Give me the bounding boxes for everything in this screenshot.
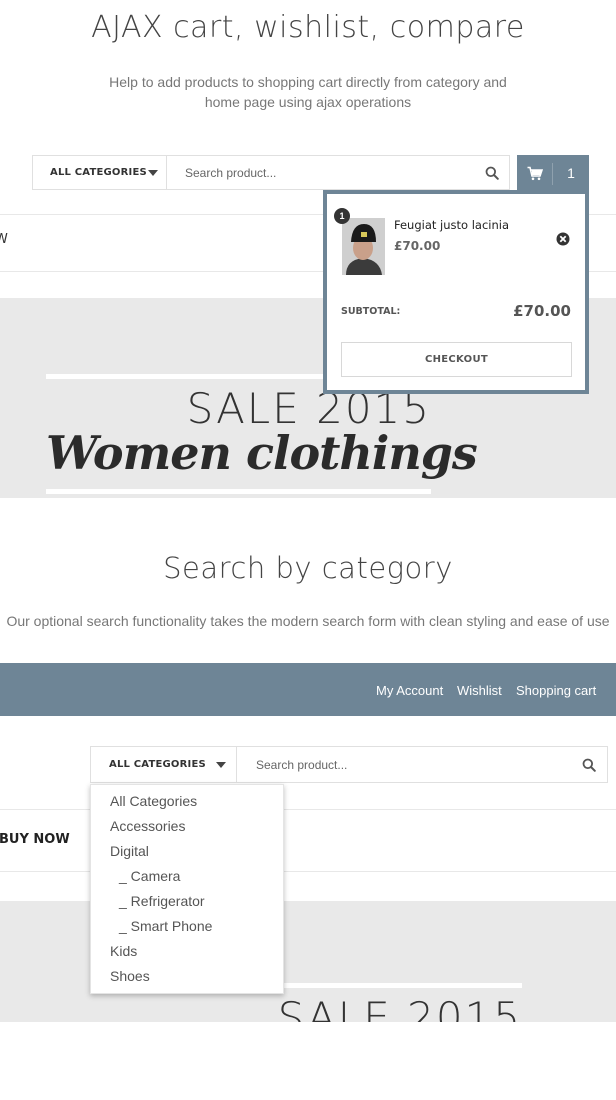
category-option-kids[interactable]: Kids <box>110 939 137 964</box>
category-option-accessories[interactable]: Accessories <box>110 814 185 839</box>
banner-top-bar <box>276 983 522 988</box>
category-dropdown: All Categories Accessories Digital _ Cam… <box>90 784 284 994</box>
buy-now-link[interactable]: BUY NOW <box>0 832 70 847</box>
category-select[interactable]: ALL CATEGORIES <box>33 156 167 189</box>
nav-link-shopping-cart[interactable]: Shopping cart <box>516 683 596 698</box>
banner-subheadline: Women clothings <box>46 426 478 480</box>
category-option-smart-phone[interactable]: _ Smart Phone <box>119 914 212 939</box>
cart-item-name[interactable]: Feugiat justo lacinia <box>394 218 509 232</box>
top-navbar: My Account Wishlist Shopping cart <box>0 663 616 716</box>
caret-down-icon <box>216 762 226 768</box>
quantity-badge: 1 <box>334 208 350 224</box>
search-input[interactable] <box>237 747 607 782</box>
category-select[interactable]: ALL CATEGORIES <box>91 747 237 782</box>
section-subtitle-line1: Help to add products to shopping cart di… <box>109 74 507 90</box>
remove-item-icon[interactable] <box>556 232 570 251</box>
caret-down-icon <box>148 170 158 176</box>
category-option-refrigerator[interactable]: _ Refrigerator <box>119 889 205 914</box>
search-icon[interactable] <box>582 758 596 777</box>
cart-dropdown: 1 Feugiat justo lacinia £70.00 SUBTOTAL:… <box>323 190 589 394</box>
checkout-button[interactable]: CHECKOUT <box>341 342 572 377</box>
category-select-label: ALL CATEGORIES <box>50 167 147 178</box>
category-option-digital[interactable]: Digital <box>110 839 149 864</box>
category-option-camera[interactable]: _ Camera <box>119 864 180 889</box>
section-title: AJAX cart, wishlist, compare <box>91 10 525 45</box>
category-option-all-categories[interactable]: All Categories <box>110 789 197 814</box>
cart-button[interactable]: 1 <box>517 155 589 192</box>
section-subtitle: Our optional search functionality takes … <box>6 613 610 629</box>
row-link[interactable]: W <box>0 232 8 247</box>
search-bar: ALL CATEGORIES <box>90 746 608 783</box>
banner-bottom-bar <box>46 489 431 494</box>
section-subtitle-line2: home page using ajax operations <box>204 94 412 110</box>
subtotal-value: £70.00 <box>513 302 571 320</box>
cart-count: 1 <box>567 165 575 181</box>
cart-item-price: £70.00 <box>394 239 441 253</box>
cart-icon <box>527 166 544 186</box>
search-icon[interactable] <box>485 166 499 185</box>
category-option-shoes[interactable]: Shoes <box>110 964 150 989</box>
nav-link-wishlist[interactable]: Wishlist <box>457 683 502 698</box>
banner-headline: SALE 2015 <box>277 993 522 1023</box>
subtotal-label: SUBTOTAL: <box>341 306 401 317</box>
product-thumbnail[interactable] <box>342 218 385 275</box>
search-bar: ALL CATEGORIES <box>32 155 510 190</box>
nav-link-my-account[interactable]: My Account <box>376 683 443 698</box>
search-input[interactable] <box>167 156 509 189</box>
category-select-label: ALL CATEGORIES <box>109 759 206 770</box>
section-title: Search by category <box>163 551 453 585</box>
